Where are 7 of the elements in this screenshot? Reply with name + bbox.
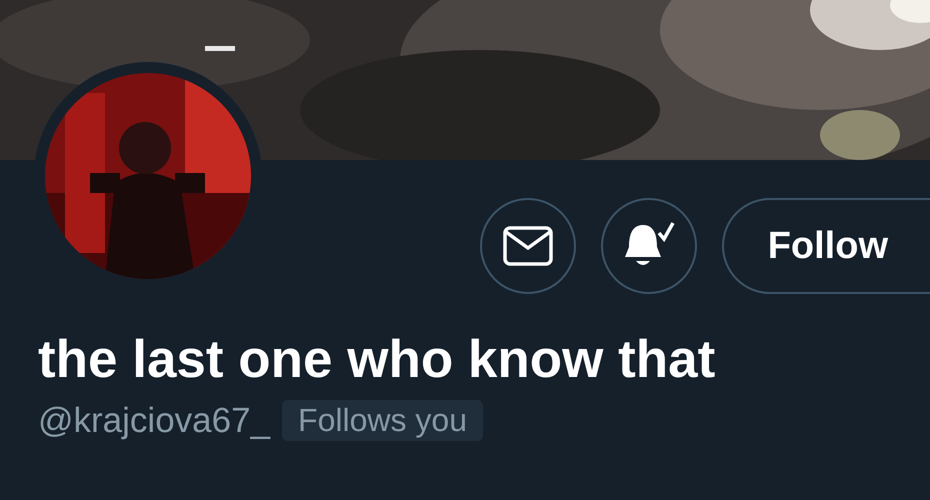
notifications-button[interactable] bbox=[600, 198, 697, 294]
follow-button[interactable]: Follow bbox=[722, 198, 930, 294]
profile-name: the last one who know that bbox=[38, 329, 716, 391]
follows-you-badge: Follows you bbox=[282, 400, 483, 441]
envelope-icon bbox=[502, 226, 553, 266]
profile-handle: @krajciova67_ bbox=[38, 400, 270, 440]
message-button[interactable] bbox=[480, 198, 576, 294]
